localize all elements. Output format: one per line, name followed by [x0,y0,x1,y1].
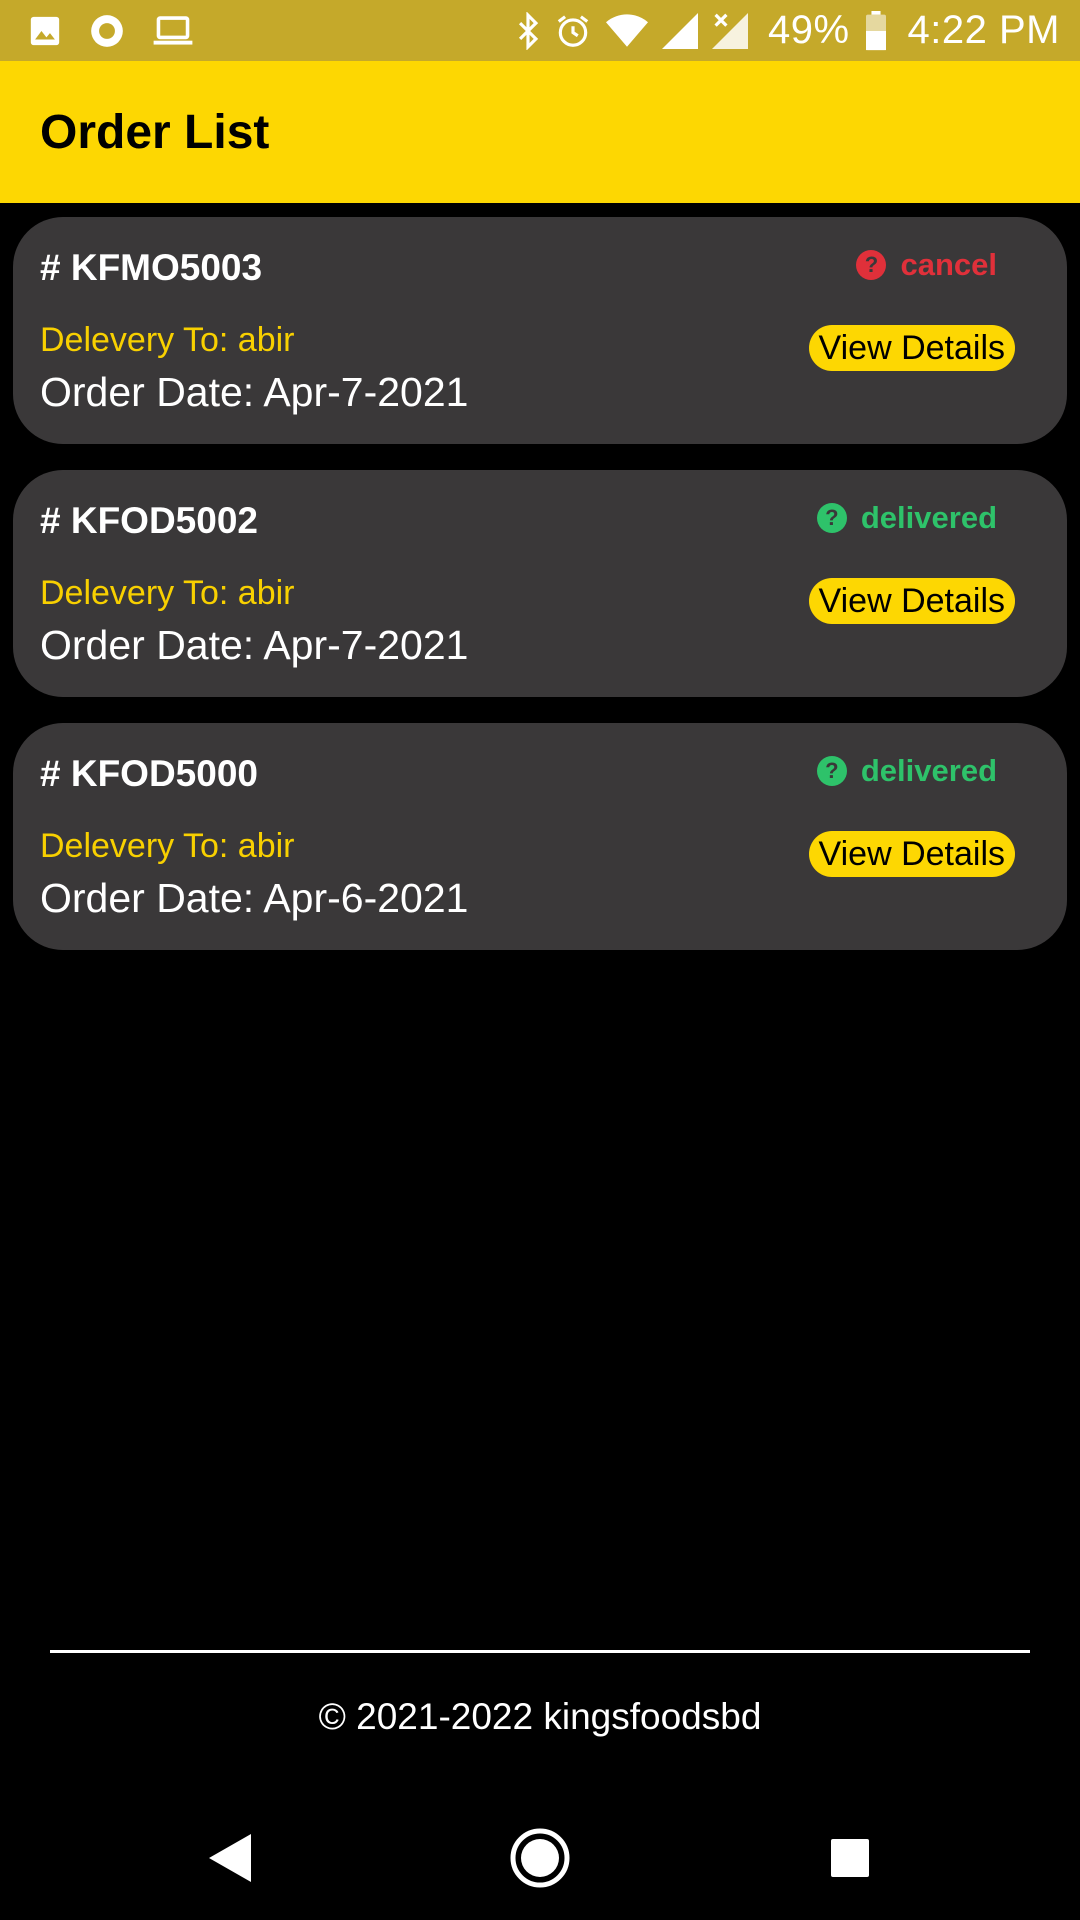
image-icon [28,14,62,48]
alarm-icon [554,12,592,50]
page-title: Order List [40,105,270,159]
help-circle-icon: ? [816,503,847,533]
wifi-icon [605,13,648,49]
order-list: # KFMO5003 ? cancel Delevery To: abir Or… [13,217,1067,976]
order-delivery-to: Delevery To: abir [40,574,295,612]
footer-divider [50,1650,1030,1653]
home-button[interactable] [480,1800,600,1920]
order-delivery-to: Delevery To: abir [40,827,295,865]
back-icon [207,1832,253,1889]
view-details-button[interactable]: View Details [808,831,1015,877]
battery-icon [864,10,888,51]
order-status: ? delivered [816,500,997,536]
help-circle-icon: ? [816,756,847,786]
order-date: Order Date: Apr-6-2021 [40,875,469,921]
recents-icon [830,1838,870,1883]
recents-button[interactable] [790,1800,910,1920]
order-delivery-to: Delevery To: abir [40,321,295,359]
status-bar: 49% 4:22 PM [0,0,1080,61]
signal-icon [661,12,698,49]
home-icon [509,1827,571,1894]
order-card: # KFOD5002 ? delivered Delevery To: abir… [13,470,1067,697]
app-bar: Order List [0,61,1080,203]
order-id: # KFMO5003 [40,247,263,288]
view-details-button[interactable]: View Details [808,578,1015,624]
order-id: # KFOD5002 [40,500,258,541]
status-bar-notifications [28,12,220,50]
order-date: Order Date: Apr-7-2021 [40,369,469,415]
order-status: ? cancel [856,247,997,283]
clock: 4:22 PM [907,8,1060,52]
help-circle-icon: ? [856,250,887,280]
laptop-icon [152,14,194,48]
status-bar-system: 49% 4:22 PM [502,8,1060,53]
order-id: # KFOD5000 [40,753,258,794]
order-status-label: delivered [860,500,997,535]
back-button[interactable] [170,1800,290,1920]
order-status-label: cancel [900,247,997,282]
order-status-label: delivered [860,753,997,788]
battery-percent: 49% [767,8,850,52]
order-status: ? delivered [816,753,997,789]
bluetooth-icon [516,11,540,50]
order-card: # KFOD5000 ? delivered Delevery To: abir… [13,723,1067,950]
navigation-bar [0,1800,1080,1920]
record-icon [88,12,126,50]
view-details-button[interactable]: View Details [808,325,1015,371]
footer-copyright: © 2021-2022 kingsfoodsbd [318,1696,762,1737]
signal-x-icon [711,12,748,49]
order-card: # KFMO5003 ? cancel Delevery To: abir Or… [13,217,1067,444]
order-date: Order Date: Apr-7-2021 [40,622,469,668]
